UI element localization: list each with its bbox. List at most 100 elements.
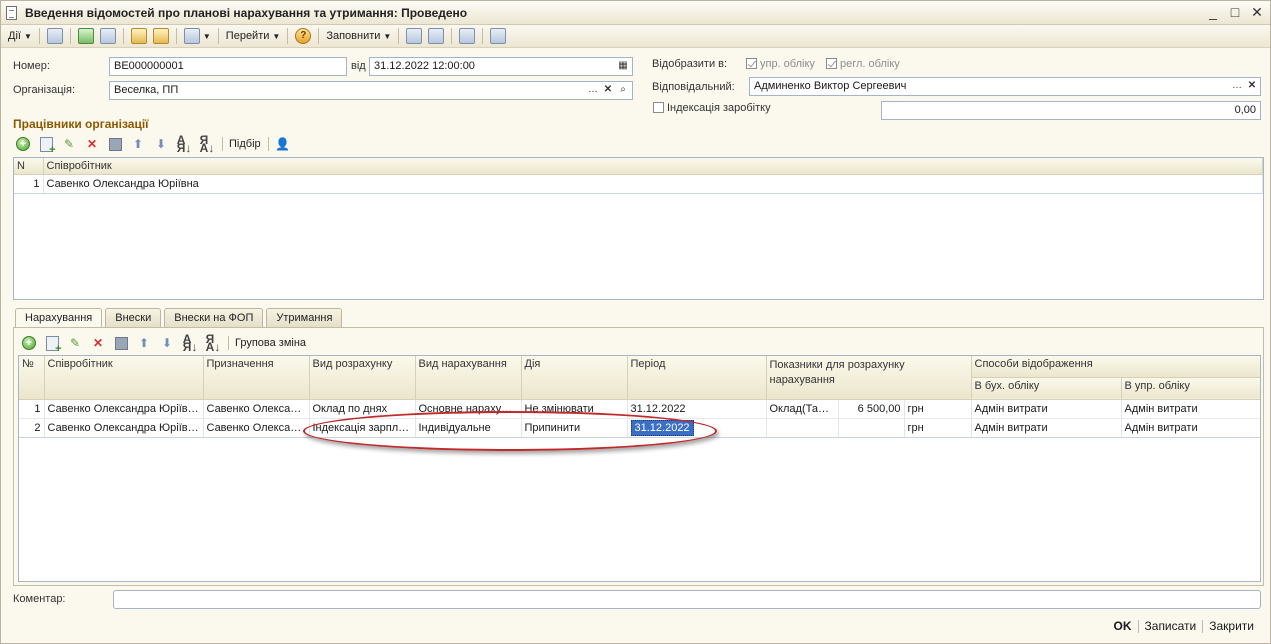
assignment-cell[interactable]: Савенко Олександра Юріївна	[203, 418, 310, 438]
report-button[interactable]	[487, 27, 509, 46]
end-edit-button[interactable]	[107, 136, 123, 152]
employee-card-button[interactable]: 👤	[275, 136, 291, 152]
display-acc-cell[interactable]: Адмін витрати	[971, 418, 1122, 438]
period-cell[interactable]: 31.12.2022	[627, 399, 767, 419]
column-header-indicators[interactable]: Показники для розрахунку нарахування	[766, 356, 972, 400]
column-header-display[interactable]: Способи відображення	[971, 356, 1260, 378]
group-change-button[interactable]: Групова зміна	[235, 337, 306, 349]
column-header-n[interactable]: N	[14, 158, 44, 175]
sort-asc-button[interactable]: A Я↓	[182, 333, 198, 353]
column-header-num[interactable]: №	[19, 356, 45, 400]
period-cell[interactable]: 31.12.2022	[627, 418, 767, 438]
column-header-assignment[interactable]: Призначення	[203, 356, 310, 400]
movements-button[interactable]	[403, 27, 425, 46]
delete-row-button[interactable]: ✕	[90, 335, 106, 351]
close-button[interactable]: Закрити	[1203, 619, 1260, 633]
period-selected-value[interactable]: 31.12.2022	[630, 419, 694, 436]
tab-accruals[interactable]: Нарахування	[15, 308, 103, 328]
delete-row-button[interactable]: ✕	[84, 136, 100, 152]
column-header-accrual-type[interactable]: Вид нарахування	[415, 356, 522, 400]
column-header-employee[interactable]: Співробітник	[43, 158, 1263, 175]
save-button[interactable]: Записати	[1139, 619, 1203, 633]
display-mgmt-cell[interactable]: Адмін витрати	[1121, 399, 1260, 419]
table-row[interactable]: 2 Савенко Олександра Юріївна Савенко Оле…	[19, 418, 1260, 438]
clear-icon[interactable]: ✕	[601, 83, 615, 98]
table-row[interactable]: 1 Савенко Олександра Юріївна Савенко Оле…	[19, 399, 1260, 419]
sort-desc-button[interactable]: Я A↓	[199, 134, 215, 154]
tab-contributions-fop[interactable]: Внески на ФОП	[164, 308, 264, 327]
move-down-button[interactable]: ⬇	[159, 335, 175, 351]
action-cell[interactable]: Припинити	[521, 418, 628, 438]
copy-row-button[interactable]	[44, 335, 62, 355]
select-ellipsis-icon[interactable]: …	[586, 83, 600, 98]
accrual-type-cell[interactable]: Індивідуальне	[415, 418, 522, 438]
column-header-display-mgmt[interactable]: В упр. обліку	[1121, 377, 1260, 400]
date-field[interactable]: 31.12.2022 12:00:00 ▦	[369, 57, 633, 76]
reg-accounting-checkbox[interactable]: регл. обліку	[826, 58, 900, 70]
select-ellipsis-icon[interactable]: …	[1230, 79, 1244, 94]
based-on-button[interactable]: ▼	[181, 27, 214, 46]
amount-cell[interactable]	[838, 418, 905, 438]
close-window-button[interactable]: ✕	[1250, 4, 1264, 20]
goto-menu[interactable]: Перейти ▼	[223, 27, 284, 46]
indicator-cell[interactable]: Оклад(Тарифна ставка)	[766, 399, 839, 419]
display-mgmt-cell[interactable]: Адмін витрати	[1121, 418, 1260, 438]
ok-button[interactable]: OK	[1108, 619, 1138, 633]
add-row-button[interactable]: +	[15, 136, 31, 152]
employee-cell[interactable]: Савенко Олександра Юріївна	[44, 418, 204, 438]
add-row-button[interactable]: +	[21, 335, 37, 351]
calc-type-cell[interactable]: Оклад по днях	[309, 399, 416, 419]
move-up-button[interactable]: ⬆	[130, 136, 146, 152]
table-row[interactable]: 1 Савенко Олександра Юріївна	[14, 174, 1263, 194]
mgmt-accounting-checkbox[interactable]: упр. обліку	[746, 58, 815, 70]
move-down-button[interactable]: ⬇	[153, 136, 169, 152]
indexation-checkbox[interactable]: Індексація заробітку	[653, 102, 771, 114]
employee-cell[interactable]: Савенко Олександра Юріївна	[44, 399, 204, 419]
structure-button[interactable]	[425, 27, 447, 46]
toolbar-separator	[122, 28, 124, 44]
refresh-button[interactable]	[75, 27, 97, 46]
indexation-amount-field[interactable]: 0,00	[881, 101, 1261, 120]
select-button[interactable]: Підбір	[229, 138, 261, 150]
organization-field[interactable]: Веселка, ПП … ✕ ⌕	[109, 81, 633, 100]
preview-button[interactable]	[456, 27, 478, 46]
toolbar-separator	[228, 336, 229, 350]
copy-button[interactable]	[44, 27, 66, 46]
column-header-action[interactable]: Дія	[521, 356, 628, 400]
assignment-cell[interactable]: Савенко Олександра Юріївна	[203, 399, 310, 419]
edit-row-button[interactable]: ✎	[67, 335, 83, 351]
column-header-period[interactable]: Період	[627, 356, 767, 400]
comment-field[interactable]	[113, 590, 1261, 609]
search-icon[interactable]: ⌕	[616, 83, 630, 98]
employee-cell[interactable]: Савенко Олександра Юріївна	[43, 174, 1263, 194]
responsible-field[interactable]: Админенко Виктор Сергеевич … ✕	[749, 77, 1261, 96]
sort-asc-button[interactable]: A Я↓	[176, 134, 192, 154]
move-up-button[interactable]: ⬆	[136, 335, 152, 351]
copy-row-button[interactable]	[38, 136, 56, 156]
column-header-display-acc[interactable]: В бух. обліку	[971, 377, 1122, 400]
indicator-cell[interactable]	[766, 418, 839, 438]
post-button[interactable]	[128, 27, 150, 46]
display-acc-cell[interactable]: Адмін витрати	[971, 399, 1122, 419]
new-document-button[interactable]	[97, 27, 119, 46]
tab-contributions[interactable]: Внески	[105, 308, 162, 327]
amount-cell[interactable]: 6 500,00	[838, 399, 905, 419]
accrual-type-cell[interactable]: Основне нарахування	[415, 399, 522, 419]
minimize-button[interactable]: _	[1206, 4, 1220, 20]
sort-desc-button[interactable]: Я A↓	[205, 333, 221, 353]
end-edit-button[interactable]	[113, 335, 129, 351]
maximize-button[interactable]: □	[1228, 4, 1242, 20]
tab-deductions[interactable]: Утримання	[266, 308, 343, 327]
help-button[interactable]: ?	[292, 27, 314, 46]
calc-type-cell[interactable]: Індексація зарплати	[309, 418, 416, 438]
number-field[interactable]: ВЕ000000001	[109, 57, 347, 76]
actions-menu[interactable]: Дії ▼	[5, 27, 35, 46]
edit-row-button[interactable]: ✎	[61, 136, 77, 152]
calendar-icon[interactable]: ▦	[616, 59, 630, 74]
column-header-employee[interactable]: Співробітник	[44, 356, 204, 400]
clear-icon[interactable]: ✕	[1245, 79, 1259, 94]
column-header-calc-type[interactable]: Вид розрахунку	[309, 356, 416, 400]
action-cell[interactable]: Не змінювати	[521, 399, 628, 419]
unpost-button[interactable]	[150, 27, 172, 46]
fill-menu[interactable]: Заповнити ▼	[323, 27, 394, 46]
